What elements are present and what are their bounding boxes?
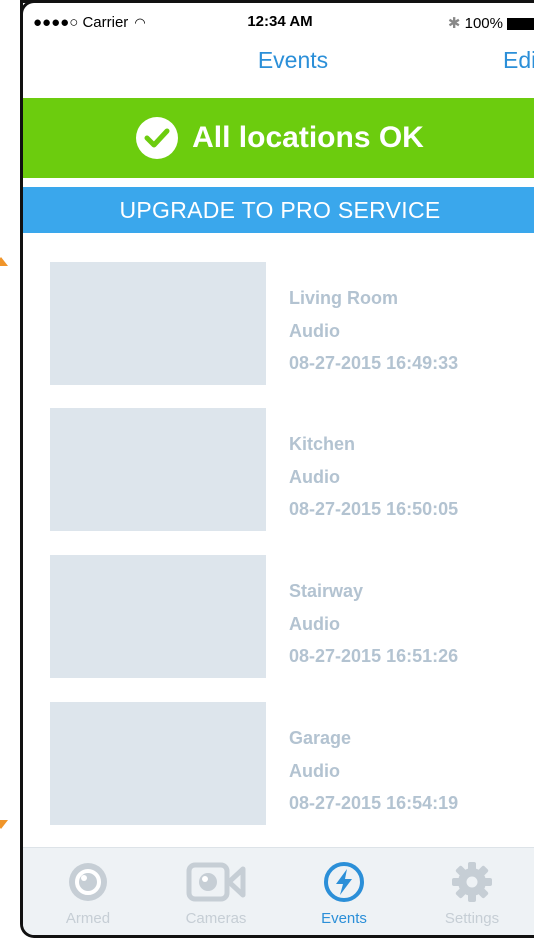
scroll-up-indicator: [0, 257, 8, 266]
event-details: Living Room Audio 08-27-2015 16:49:33: [289, 282, 458, 380]
event-item[interactable]: Living Room Audio 08-27-2015 16:49:33: [23, 233, 534, 385]
event-location: Kitchen: [289, 434, 356, 454]
tab-settings[interactable]: Settings: [408, 848, 534, 935]
event-thumbnail: [50, 702, 266, 825]
device-frame-corner: [20, 0, 41, 21]
event-type: Audio: [289, 320, 340, 341]
tab-cameras-label: Cameras: [185, 910, 247, 927]
event-details: Stairway Audio 08-27-2015 16:51:26: [289, 575, 458, 673]
event-location: Living Room: [289, 288, 398, 308]
event-type: Audio: [289, 613, 340, 634]
upgrade-button[interactable]: UPGRADE TO PRO SERVICE: [23, 187, 534, 233]
tab-settings-label: Settings: [444, 910, 500, 927]
event-location: Stairway: [289, 581, 364, 601]
armed-icon: [24, 860, 152, 904]
scroll-down-indicator: [0, 820, 8, 829]
bluetooth-icon: ✱: [447, 15, 461, 32]
battery-status: ✱ 100%: [448, 14, 534, 32]
battery-percent: 100%: [464, 15, 503, 32]
check-circle-icon: [136, 117, 179, 159]
phone-screen: ●●●●○ Carrier ◠ 12:34 AM ✱ 100% Events Ed…: [20, 0, 534, 938]
event-timestamp: 08-27-2015 16:54:19: [289, 793, 459, 813]
event-item[interactable]: Stairway Audio 08-27-2015 16:51:26: [23, 526, 534, 678]
camera-icon: [152, 860, 280, 904]
tab-armed[interactable]: Armed: [24, 848, 152, 935]
edit-button[interactable]: Edit: [503, 47, 534, 74]
status-banner-text: All locations OK: [192, 121, 424, 154]
navigation-bar: Events Edit: [23, 36, 534, 86]
event-item[interactable]: Kitchen Audio 08-27-2015 16:50:05: [23, 379, 534, 531]
tab-events[interactable]: Events: [280, 848, 408, 935]
event-details: Kitchen Audio 08-27-2015 16:50:05: [289, 428, 458, 526]
event-details: Garage Audio 08-27-2015 16:54:19: [289, 722, 458, 820]
battery-icon: [507, 18, 534, 31]
event-timestamp: 08-27-2015 16:50:05: [289, 499, 459, 519]
event-location: Garage: [289, 728, 352, 748]
lightning-icon: [280, 860, 408, 904]
tab-bar: Armed Cameras Events Settings: [23, 847, 534, 935]
event-item[interactable]: Garage Audio 08-27-2015 16:54:19: [23, 673, 534, 825]
tab-armed-label: Armed: [65, 910, 111, 927]
device-frame-top: [20, 0, 534, 3]
event-type: Audio: [289, 760, 340, 781]
tab-cameras[interactable]: Cameras: [152, 848, 280, 935]
event-timestamp: 08-27-2015 16:49:33: [289, 353, 459, 373]
event-thumbnail: [50, 555, 266, 678]
event-type: Audio: [289, 466, 340, 487]
event-thumbnail: [50, 262, 266, 385]
event-timestamp: 08-27-2015 16:51:26: [289, 646, 459, 666]
event-thumbnail: [50, 408, 266, 531]
gear-icon: [408, 860, 534, 904]
status-bar: ●●●●○ Carrier ◠ 12:34 AM ✱ 100%: [23, 0, 534, 36]
status-banner: All locations OK: [23, 98, 534, 178]
page-title: Events: [257, 47, 329, 73]
tab-events-label: Events: [321, 910, 367, 927]
